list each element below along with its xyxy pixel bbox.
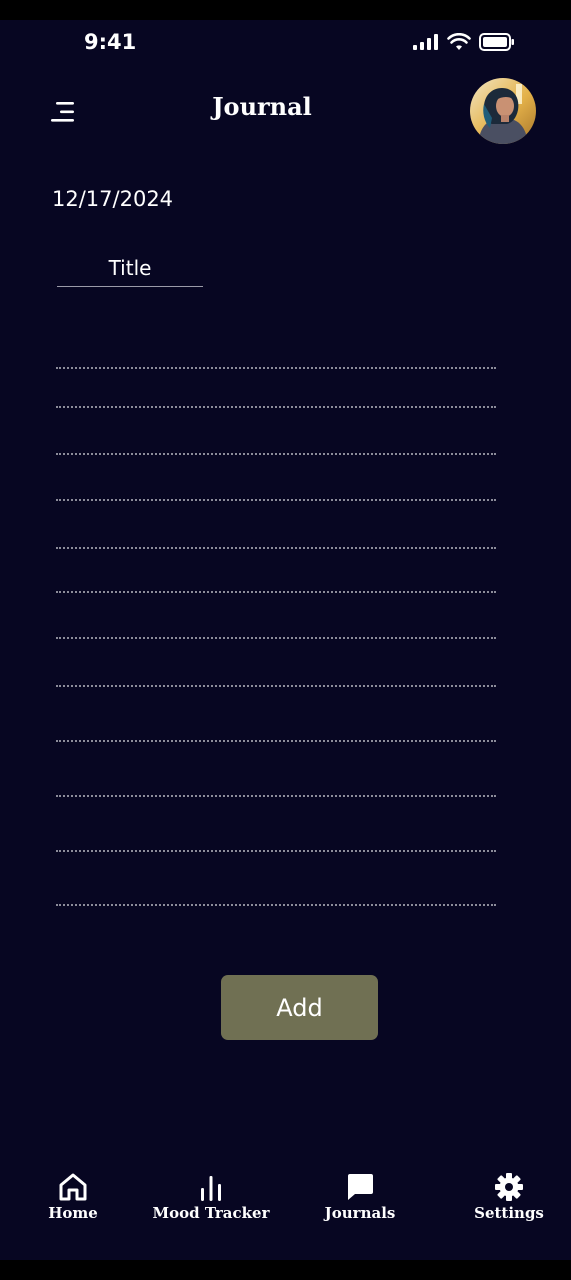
journal-line[interactable] [56, 499, 496, 501]
nav-item-journals[interactable]: Journals [324, 1170, 396, 1222]
journal-line[interactable] [56, 591, 496, 593]
nav-label-home: Home [48, 1204, 98, 1222]
journal-line[interactable] [56, 685, 496, 687]
journal-line[interactable] [56, 850, 496, 852]
journal-line[interactable] [56, 367, 496, 369]
nav-item-settings[interactable]: Settings [474, 1170, 544, 1222]
journal-line[interactable] [56, 406, 496, 408]
bottom-edge [0, 1260, 571, 1280]
journal-line[interactable] [56, 637, 496, 639]
nav-label-journals: Journals [324, 1204, 396, 1222]
nav-label-settings: Settings [474, 1204, 544, 1222]
chat-bubble-icon [348, 1174, 373, 1200]
gear-icon [495, 1173, 523, 1201]
home-icon [59, 1173, 87, 1201]
nav-item-home[interactable]: Home [48, 1170, 98, 1222]
journal-line[interactable] [56, 795, 496, 797]
journal-line[interactable] [56, 740, 496, 742]
bar-chart-icon [201, 1176, 221, 1201]
bottom-nav: Home Mood Tracker Journals Settings [0, 1160, 571, 1240]
journal-line[interactable] [56, 547, 496, 549]
add-button[interactable]: Add [221, 975, 378, 1040]
journal-lines[interactable] [56, 0, 496, 1280]
nav-item-mood-tracker[interactable]: Mood Tracker [153, 1170, 270, 1222]
journal-line[interactable] [56, 453, 496, 455]
nav-label-mood-tracker: Mood Tracker [152, 1204, 270, 1222]
journal-line[interactable] [56, 904, 496, 906]
